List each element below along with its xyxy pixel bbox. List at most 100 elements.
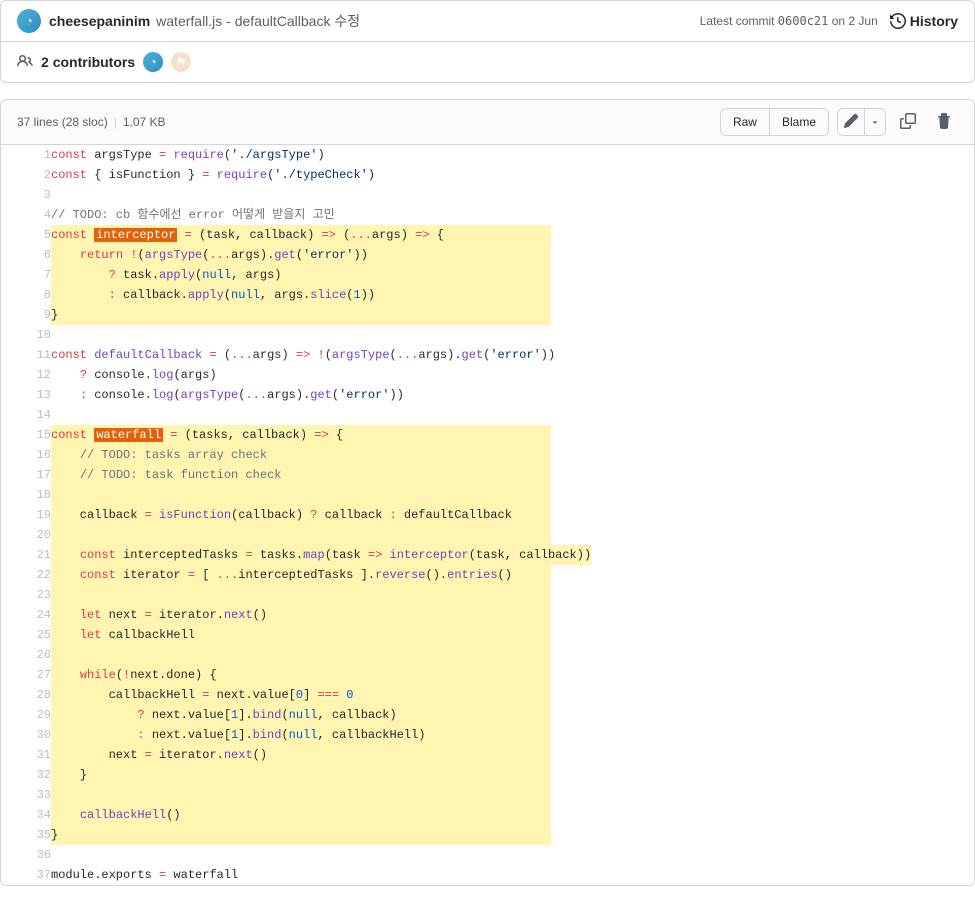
commit-bar: ◔ cheesepaninim waterfall.js - defaultCa… [0,0,975,42]
code-cell[interactable]: } [51,765,974,785]
code-cell[interactable]: : next.value[1].bind(null, callbackHell) [51,725,974,745]
line-number[interactable]: 7 [1,265,51,285]
commit-author[interactable]: cheesepaninim [49,13,150,29]
code-cell[interactable]: // TODO: task function check [51,465,974,485]
code-cell[interactable]: return !(argsType(...args).get('error')) [51,245,974,265]
code-cell[interactable]: const argsType = require('./argsType') [51,145,974,165]
code-table: 1const argsType = require('./argsType')2… [1,145,974,885]
code-cell[interactable] [51,525,974,545]
line-number[interactable]: 33 [1,785,51,805]
code-line: 17 // TODO: task function check [1,465,974,485]
code-cell[interactable]: next = iterator.next() [51,745,974,765]
line-number[interactable]: 29 [1,705,51,725]
avatar[interactable]: ◔ [17,9,41,33]
code-cell[interactable]: const waterfall = (tasks, callback) => { [51,425,974,445]
code-cell[interactable]: const interceptedTasks = tasks.map(task … [51,545,974,565]
line-number[interactable]: 3 [1,185,51,205]
code-cell[interactable] [51,185,974,205]
line-number[interactable]: 34 [1,805,51,825]
code-cell[interactable] [51,485,974,505]
code-cell[interactable]: callbackHell() [51,805,974,825]
line-number[interactable]: 6 [1,245,51,265]
line-number[interactable]: 12 [1,365,51,385]
code-line: 22 const iterator = [ ...interceptedTask… [1,565,974,585]
edit-button[interactable] [837,108,865,136]
delete-button[interactable] [930,108,958,136]
code-cell[interactable]: ? next.value[1].bind(null, callback) [51,705,974,725]
commit-message[interactable]: waterfall.js - defaultCallback 수정 [156,11,360,31]
code-cell[interactable]: callback = isFunction(callback) ? callba… [51,505,974,525]
code-cell[interactable] [51,845,974,865]
code-line: 4// TODO: cb 함수에선 error 어떻게 받을지 고민 [1,205,974,225]
line-number[interactable]: 32 [1,765,51,785]
line-number[interactable]: 20 [1,525,51,545]
line-number[interactable]: 36 [1,845,51,865]
contributor-avatar-1[interactable]: ◔ [143,52,163,72]
code-cell[interactable] [51,645,974,665]
line-number[interactable]: 24 [1,605,51,625]
line-number[interactable]: 23 [1,585,51,605]
line-number[interactable]: 21 [1,545,51,565]
line-number[interactable]: 35 [1,825,51,845]
line-number[interactable]: 17 [1,465,51,485]
contributor-avatar-2[interactable]: ⚑ [171,52,191,72]
line-number[interactable]: 26 [1,645,51,665]
code-cell[interactable]: let next = iterator.next() [51,605,974,625]
code-cell[interactable]: } [51,305,974,325]
edit-group [837,108,886,136]
line-number[interactable]: 2 [1,165,51,185]
line-number[interactable]: 8 [1,285,51,305]
line-number[interactable]: 10 [1,325,51,345]
code-line: 32 } [1,765,974,785]
commit-sha[interactable]: 0600c21 [778,14,829,28]
code-cell[interactable]: ? console.log(args) [51,365,974,385]
triangle-down-icon [870,115,880,130]
line-number[interactable]: 15 [1,425,51,445]
code-cell[interactable]: const iterator = [ ...interceptedTasks ]… [51,565,974,585]
code-cell[interactable]: // TODO: cb 함수에선 error 어떻게 받을지 고민 [51,205,974,225]
line-number[interactable]: 1 [1,145,51,165]
history-button[interactable]: History [890,13,958,29]
code-line: 36 [1,845,974,865]
code-cell[interactable]: const interceptor = (task, callback) => … [51,225,974,245]
code-cell[interactable]: const defaultCallback = (...args) => !(a… [51,345,974,365]
code-cell[interactable] [51,325,974,345]
code-cell[interactable] [51,405,974,425]
line-number[interactable]: 27 [1,665,51,685]
code-cell[interactable]: const { isFunction } = require('./typeCh… [51,165,974,185]
code-line: 5const interceptor = (task, callback) =>… [1,225,974,245]
line-number[interactable]: 37 [1,865,51,885]
line-number[interactable]: 4 [1,205,51,225]
code-cell[interactable]: module.exports = waterfall [51,865,974,885]
line-number[interactable]: 19 [1,505,51,525]
line-number[interactable]: 11 [1,345,51,365]
code-cell[interactable]: } [51,825,974,845]
line-number[interactable]: 5 [1,225,51,245]
code-line: 13 : console.log(argsType(...args).get('… [1,385,974,405]
line-number[interactable]: 25 [1,625,51,645]
code-cell[interactable]: let callbackHell [51,625,974,645]
line-number[interactable]: 22 [1,565,51,585]
line-number[interactable]: 30 [1,725,51,745]
line-number[interactable]: 13 [1,385,51,405]
code-cell[interactable]: ? task.apply(null, args) [51,265,974,285]
code-cell[interactable]: callbackHell = next.value[0] === 0 [51,685,974,705]
blame-button[interactable]: Blame [769,108,829,136]
edit-dropdown-button[interactable] [864,108,886,136]
code-cell[interactable] [51,585,974,605]
code-cell[interactable]: while(!next.done) { [51,665,974,685]
line-number[interactable]: 28 [1,685,51,705]
copy-button[interactable] [894,108,922,136]
contributors-count[interactable]: 2 contributors [41,54,135,70]
code-cell[interactable] [51,785,974,805]
code-cell[interactable]: : callback.apply(null, args.slice(1)) [51,285,974,305]
code-cell[interactable]: // TODO: tasks array check [51,445,974,465]
line-number[interactable]: 16 [1,445,51,465]
line-number[interactable]: 18 [1,485,51,505]
raw-button[interactable]: Raw [720,108,770,136]
line-number[interactable]: 9 [1,305,51,325]
raw-blame-group: Raw Blame [720,108,829,136]
code-cell[interactable]: : console.log(argsType(...args).get('err… [51,385,974,405]
line-number[interactable]: 31 [1,745,51,765]
line-number[interactable]: 14 [1,405,51,425]
